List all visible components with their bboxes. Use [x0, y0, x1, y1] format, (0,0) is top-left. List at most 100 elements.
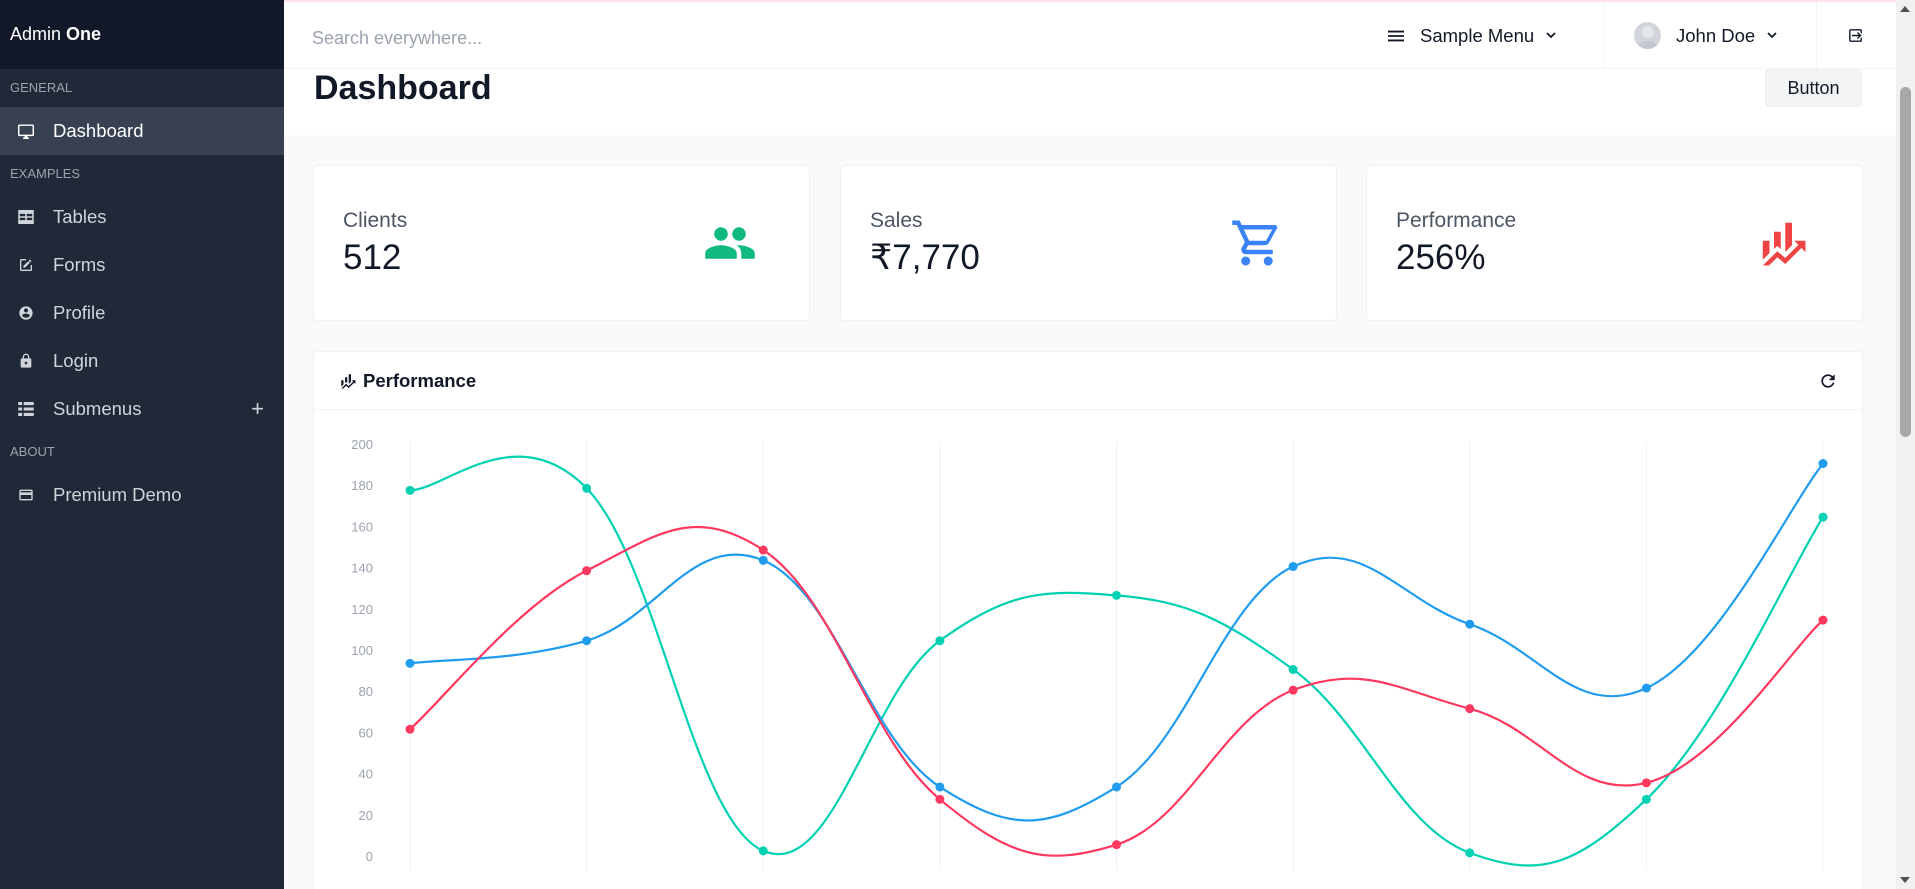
stat-label: Sales	[870, 209, 923, 232]
chart-card-header: Performance	[314, 352, 1862, 410]
data-point	[405, 724, 415, 734]
data-point	[582, 566, 592, 576]
brand-prefix: Admin	[10, 24, 62, 44]
header-button[interactable]: Button	[1765, 69, 1862, 107]
monitor-icon	[15, 120, 37, 142]
search-input[interactable]	[312, 24, 712, 52]
sidebar-item-premium-demo[interactable]: Premium Demo	[0, 471, 284, 519]
data-point	[1818, 615, 1828, 625]
y-tick-label: 20	[359, 808, 373, 823]
menu-label-examples: EXAMPLES	[10, 166, 81, 181]
data-point	[1112, 590, 1121, 600]
y-tick-label: 0	[366, 849, 373, 864]
y-tick-label: 80	[359, 684, 373, 699]
sidebar-item-profile[interactable]: Profile	[0, 289, 284, 337]
logout-icon	[1847, 27, 1864, 44]
user-menu-dropdown[interactable]: John Doe	[1634, 2, 1777, 69]
sidebar-item-login[interactable]: Login	[0, 337, 284, 385]
account-circle-icon	[15, 302, 37, 324]
y-tick-label: 100	[351, 643, 373, 658]
sidebar-item-label: Tables	[53, 206, 107, 227]
chart-title: Performance	[363, 369, 477, 391]
sidebar-item-label: Premium Demo	[53, 484, 182, 505]
stat-value: 256%	[1396, 238, 1486, 277]
data-point	[1288, 562, 1298, 572]
logout-button[interactable]	[1847, 2, 1864, 69]
stat-value: ₹7,770	[870, 238, 980, 277]
scroll-thumb[interactable]	[1900, 87, 1911, 437]
view-list-icon	[15, 398, 37, 420]
sidebar: Admin One GENERAL Dashboard EXAMPLES Tabl…	[0, 0, 284, 889]
account-multiple-icon	[703, 216, 757, 270]
sample-menu-dropdown[interactable]: Sample Menu	[1388, 2, 1556, 69]
data-point	[935, 782, 945, 792]
data-point	[935, 636, 945, 646]
chevron-down-icon	[1767, 32, 1777, 39]
sidebar-item-dashboard[interactable]: Dashboard	[0, 107, 284, 155]
y-tick-label: 120	[351, 602, 373, 617]
data-point	[1465, 704, 1475, 714]
chevron-down-icon	[1546, 32, 1556, 39]
performance-line-chart: 0 20 40 60 80 100 120 140 160 180 200	[351, 437, 1828, 871]
avatar	[1634, 22, 1661, 49]
stat-card-performance: Performance 256%	[1366, 165, 1863, 321]
sidebar-item-forms[interactable]: Forms	[0, 241, 284, 289]
refresh-icon[interactable]	[1818, 371, 1838, 391]
finance-icon	[1756, 216, 1810, 270]
data-point	[935, 794, 945, 804]
page-title: Dashboard	[314, 69, 492, 107]
title-bar: Dashboard Button	[284, 69, 1896, 135]
data-point	[758, 846, 768, 856]
expand-plus-icon[interactable]: +	[251, 396, 264, 422]
y-tick-label: 40	[359, 767, 373, 782]
y-tick-label: 140	[351, 561, 373, 576]
user-name: John Doe	[1676, 24, 1756, 46]
data-point	[582, 483, 592, 493]
stat-card-sales: Sales ₹7,770	[840, 165, 1337, 321]
table-icon	[15, 206, 37, 228]
data-point	[405, 485, 415, 495]
data-point	[1112, 840, 1121, 850]
data-point	[582, 636, 592, 646]
data-point	[758, 545, 768, 555]
sidebar-item-label: Profile	[53, 302, 106, 323]
stat-card-clients: Clients 512	[313, 165, 810, 321]
data-point	[1112, 782, 1121, 792]
data-point	[1818, 512, 1828, 522]
finance-icon	[339, 372, 357, 390]
brand-logo[interactable]: Admin One	[0, 0, 284, 69]
performance-chart-card: Performance 0 20 40 60 80 100 120 140 160 180 200	[313, 351, 1863, 889]
data-point	[405, 658, 415, 668]
scroll-up-arrow[interactable]	[1900, 6, 1910, 12]
stat-label: Performance	[1396, 209, 1517, 232]
sidebar-item-label: Login	[53, 350, 99, 371]
sidebar-item-submenus[interactable]: Submenus +	[0, 385, 284, 433]
credit-card-icon	[15, 484, 37, 506]
data-point	[1641, 794, 1651, 804]
sidebar-item-label: Submenus	[53, 398, 142, 419]
y-tick-label: 180	[351, 478, 373, 493]
data-point	[1465, 619, 1475, 629]
sample-menu-label: Sample Menu	[1420, 24, 1535, 46]
y-tick-label: 160	[351, 519, 373, 534]
sidebar-item-label: Forms	[53, 254, 106, 275]
y-tick-label: 60	[359, 725, 373, 740]
top-navbar: Sample Menu John Doe	[284, 0, 1896, 69]
y-tick-label: 200	[351, 437, 373, 452]
page-scrollbar[interactable]	[1896, 0, 1915, 889]
menu-label-about: ABOUT	[10, 444, 55, 459]
lock-icon	[15, 350, 37, 372]
data-point	[1641, 683, 1651, 693]
data-point	[758, 555, 768, 565]
sidebar-item-label: Dashboard	[53, 120, 144, 141]
data-point	[1641, 778, 1651, 788]
divider	[1604, 2, 1605, 69]
data-point	[1288, 665, 1298, 675]
brand-bold: One	[66, 24, 102, 44]
sidebar-item-tables[interactable]: Tables	[0, 193, 284, 241]
divider	[1816, 2, 1817, 69]
stat-value: 512	[343, 238, 402, 277]
cart-outline-icon	[1230, 216, 1284, 270]
edit-square-icon	[15, 254, 37, 276]
scroll-down-arrow[interactable]	[1900, 877, 1910, 883]
